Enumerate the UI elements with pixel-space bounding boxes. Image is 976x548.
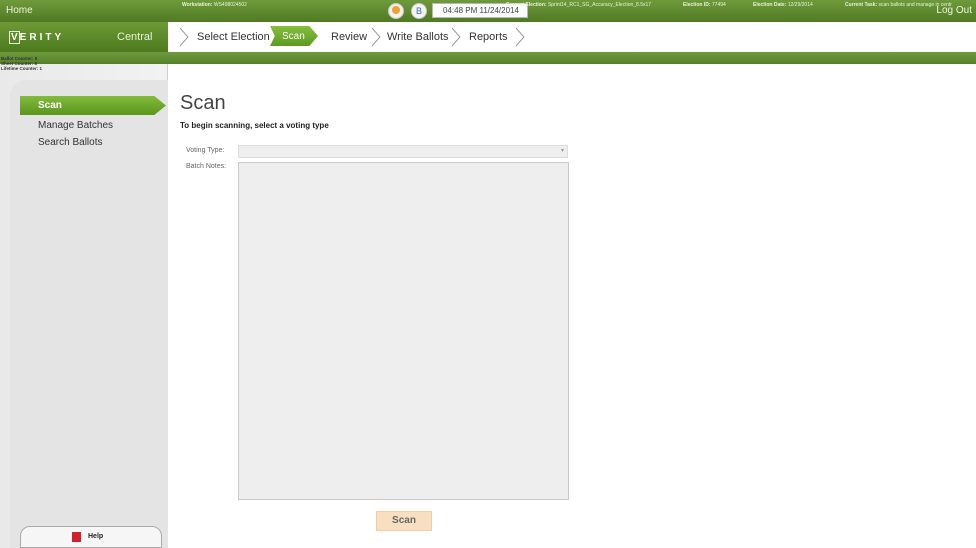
batch-notes-textarea[interactable] xyxy=(238,162,569,500)
current-election-info: Current Election: Sprint14_RC1_SG_Accura… xyxy=(506,2,651,8)
current-task-info: Current Task: scan ballots and manage in… xyxy=(845,2,952,8)
brand-logo: V ERITY Central xyxy=(0,22,168,52)
election-date-info: Election Date: 12/29/2014 xyxy=(753,2,813,8)
chevron-down-icon[interactable]: ▾ xyxy=(561,147,564,154)
breadcrumb-reports[interactable]: Reports xyxy=(469,31,508,43)
info-icon[interactable]: B xyxy=(411,3,427,19)
breadcrumb-review[interactable]: Review xyxy=(331,31,367,43)
scan-button[interactable]: Scan xyxy=(376,511,432,531)
product-name: Central xyxy=(117,31,153,43)
election-id-label: Election ID: xyxy=(683,2,711,8)
help-label[interactable]: Help xyxy=(88,533,103,540)
breadcrumb-write-ballots[interactable]: Write Ballots xyxy=(387,31,449,43)
workstation-label: Workstation: xyxy=(182,2,213,8)
election-id-value: 77494 xyxy=(711,2,726,8)
current-election-label: Current Election: xyxy=(506,2,547,8)
breadcrumb-scan-label[interactable]: Scan xyxy=(282,31,305,42)
election-date-label: Election Date: xyxy=(753,2,787,8)
election-date-value: 12/29/2014 xyxy=(787,2,813,8)
logo-text: ERITY xyxy=(19,32,65,43)
sidebar-item-search-ballots[interactable]: Search Ballots xyxy=(38,137,102,148)
chevron-right-icon xyxy=(515,27,525,47)
sidebar-item-scan-label[interactable]: Scan xyxy=(38,100,62,111)
home-link[interactable]: Home xyxy=(6,5,33,16)
counters: Ballot Counter: 8 Sheet Counter: 8 Lifet… xyxy=(1,56,42,71)
info-bar xyxy=(0,52,976,64)
page-title: Scan xyxy=(180,92,226,114)
election-id-info: Election ID: 77494 xyxy=(683,2,726,8)
lifetime-counter: Lifetime Counter: 1 xyxy=(1,66,43,71)
chevron-right-icon xyxy=(371,27,381,47)
current-task-value: scan ballots and manage in centr xyxy=(878,2,952,8)
current-task-label: Current Task: xyxy=(845,2,878,8)
chevron-right-icon xyxy=(451,27,461,47)
workstation-value: WS498024502 xyxy=(213,2,247,8)
sidebar-item-manage-batches[interactable]: Manage Batches xyxy=(38,120,113,131)
current-election-value: Sprint14_RC1_SG_Accuracy_Election_8.5x17 xyxy=(547,2,652,8)
workstation-info: Workstation: WS498024502 xyxy=(182,2,247,8)
notification-icon[interactable] xyxy=(388,3,404,19)
batch-notes-label: Batch Notes: xyxy=(186,163,227,170)
chevron-right-icon xyxy=(179,27,189,47)
sidebar-panel xyxy=(10,80,168,548)
page-subtitle: To begin scanning, select a voting type xyxy=(180,121,329,130)
voting-type-label: Voting Type: xyxy=(186,147,225,154)
voting-type-select[interactable] xyxy=(238,145,568,158)
help-icon[interactable] xyxy=(72,532,81,542)
breadcrumb-select-election[interactable]: Select Election xyxy=(197,31,270,43)
verity-logo: V ERITY xyxy=(9,31,64,44)
logo-letter: V xyxy=(9,31,20,44)
